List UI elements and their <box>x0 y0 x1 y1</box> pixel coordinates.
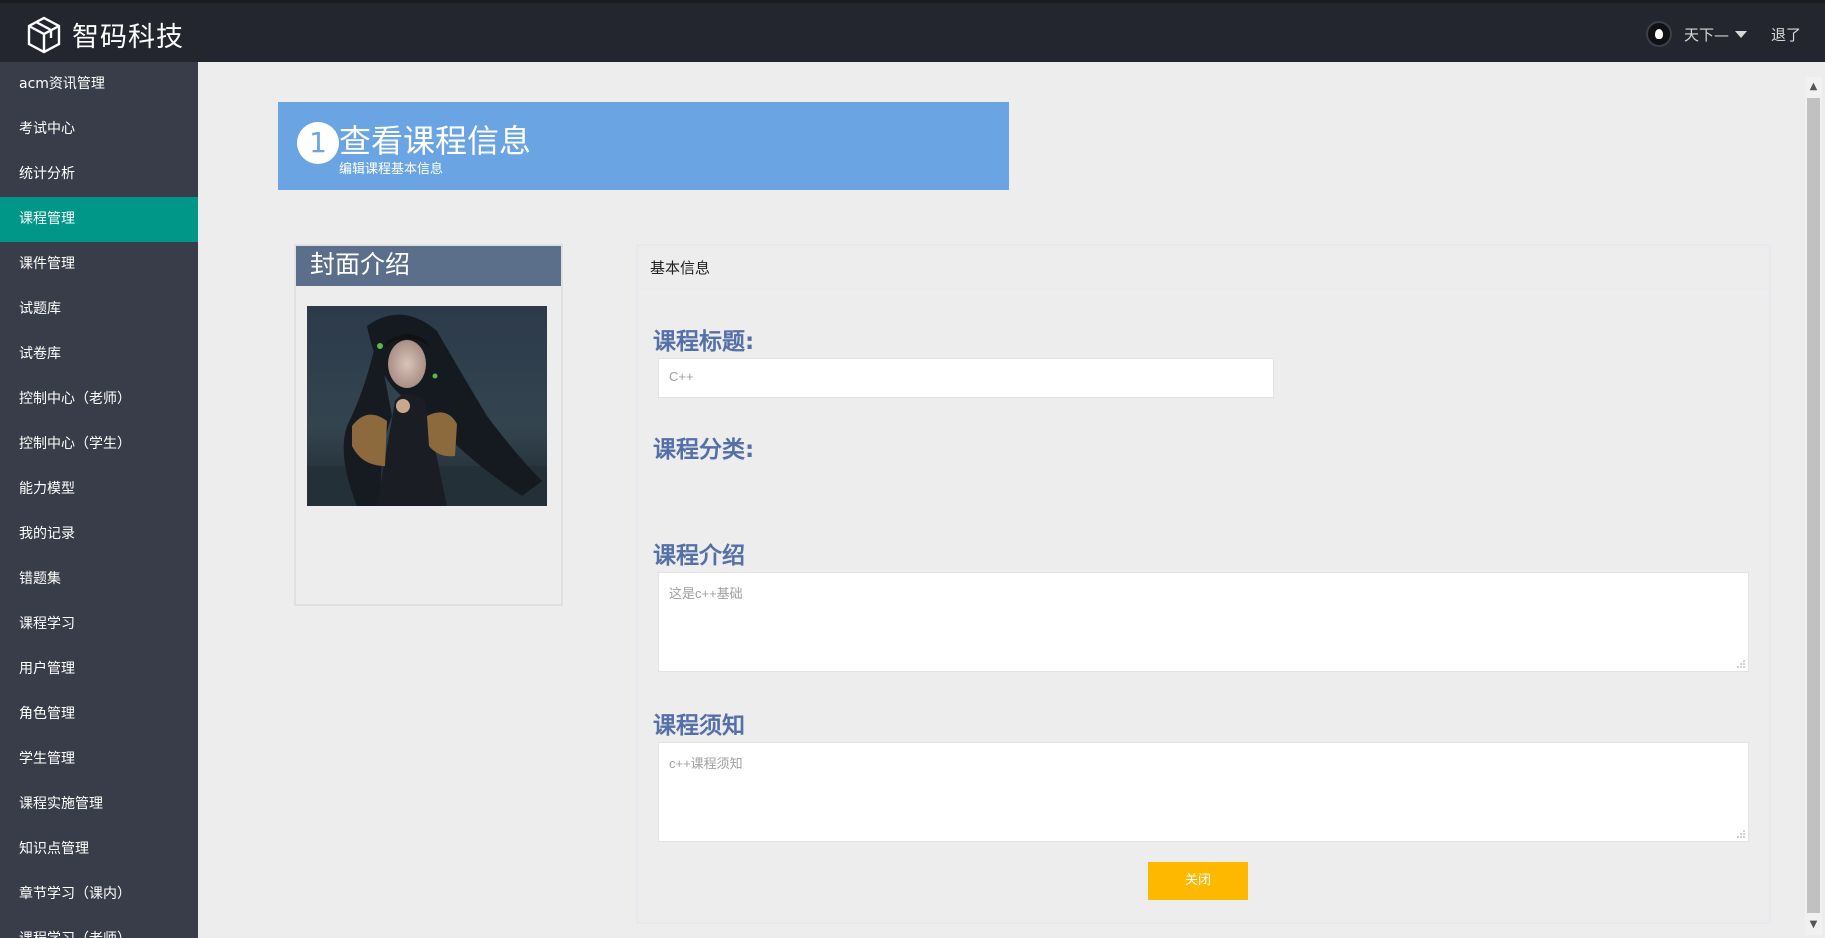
avatar[interactable] <box>1645 21 1672 47</box>
course-intro-label: 课程介绍 <box>653 543 745 569</box>
top-header: 智码科技 天下— 退了 <box>0 0 1825 62</box>
sidebar-item-my-records[interactable]: 我的记录 <box>0 512 198 557</box>
brand-name: 智码科技 <box>72 22 184 53</box>
sidebar-item-control-student[interactable]: 控制中心（学生） <box>0 422 198 467</box>
sidebar-item-knowledge-points[interactable]: 知识点管理 <box>0 827 198 872</box>
user-area: 天下— 退了 <box>1645 21 1825 47</box>
sidebar-item-control-teacher[interactable]: 控制中心（老师） <box>0 377 198 422</box>
scroll-up-icon[interactable]: ▲ <box>1805 77 1822 97</box>
cube-logo-icon <box>27 16 61 53</box>
sidebar-item-course-study-teacher[interactable]: 课程学习（老师） <box>0 917 198 938</box>
sidebar-item-exam-center[interactable]: 考试中心 <box>0 107 198 152</box>
course-title-input[interactable]: C++ <box>658 358 1274 398</box>
sidebar-item-acm-news[interactable]: acm资讯管理 <box>0 62 198 107</box>
step-badge: 1 <box>297 122 339 164</box>
sidebar-item-course-implementation[interactable]: 课程实施管理 <box>0 782 198 827</box>
cover-panel-title: 封面介绍 <box>296 246 561 286</box>
course-notice-textarea[interactable]: c++课程须知 <box>658 742 1749 842</box>
course-notice-label: 课程须知 <box>653 713 745 739</box>
sidebar-item-role-management[interactable]: 角色管理 <box>0 692 198 737</box>
logout-link[interactable]: 退了 <box>1771 24 1801 45</box>
page-banner: 1 查看课程信息 编辑课程基本信息 <box>278 102 1009 190</box>
basic-info-header: 基本信息 <box>638 246 1769 290</box>
page-scrollbar[interactable]: ▲ ▼ <box>1805 77 1822 935</box>
username[interactable]: 天下— <box>1684 24 1729 45</box>
main-content: 1 查看课程信息 编辑课程基本信息 封面介绍 基本信息 课程标题: C++ 课程… <box>198 62 1803 938</box>
sidebar-item-wrong-questions[interactable]: 错题集 <box>0 557 198 602</box>
scroll-down-icon[interactable]: ▼ <box>1805 915 1822 935</box>
cover-image <box>307 306 547 506</box>
page-subtitle: 编辑课程基本信息 <box>339 162 444 177</box>
course-intro-textarea[interactable]: 这是c++基础 <box>658 572 1749 672</box>
scroll-thumb[interactable] <box>1807 98 1820 913</box>
close-button[interactable]: 关闭 <box>1148 862 1248 900</box>
sidebar-nav: acm资讯管理 考试中心 统计分析 课程管理 课件管理 试题库 试卷库 控制中心… <box>0 62 198 938</box>
sidebar-item-chapter-study[interactable]: 章节学习（课内） <box>0 872 198 917</box>
course-notice-text: c++课程须知 <box>669 756 743 771</box>
basic-info-panel: 基本信息 课程标题: C++ 课程分类: 课程介绍 这是c++基础 课程须知 c… <box>636 244 1771 924</box>
chevron-down-icon[interactable] <box>1734 30 1747 38</box>
resize-grip-icon[interactable] <box>1737 830 1745 838</box>
sidebar-item-user-management[interactable]: 用户管理 <box>0 647 198 692</box>
course-intro-text: 这是c++基础 <box>669 586 743 601</box>
sidebar-item-ability-model[interactable]: 能力模型 <box>0 467 198 512</box>
brand[interactable]: 智码科技 <box>26 15 184 54</box>
sidebar-item-course-management[interactable]: 课程管理 <box>0 197 198 242</box>
sidebar-item-statistics[interactable]: 统计分析 <box>0 152 198 197</box>
page-title: 查看课程信息 <box>339 122 532 160</box>
resize-grip-icon[interactable] <box>1737 660 1745 668</box>
sidebar-item-course-study[interactable]: 课程学习 <box>0 602 198 647</box>
sidebar-item-paper-bank[interactable]: 试卷库 <box>0 332 198 377</box>
course-category-label: 课程分类: <box>653 437 755 463</box>
sidebar-item-student-management[interactable]: 学生管理 <box>0 737 198 782</box>
sidebar-item-courseware[interactable]: 课件管理 <box>0 242 198 287</box>
sidebar-item-question-bank[interactable]: 试题库 <box>0 287 198 332</box>
course-title-label: 课程标题: <box>653 329 755 355</box>
cover-panel: 封面介绍 <box>294 244 563 606</box>
